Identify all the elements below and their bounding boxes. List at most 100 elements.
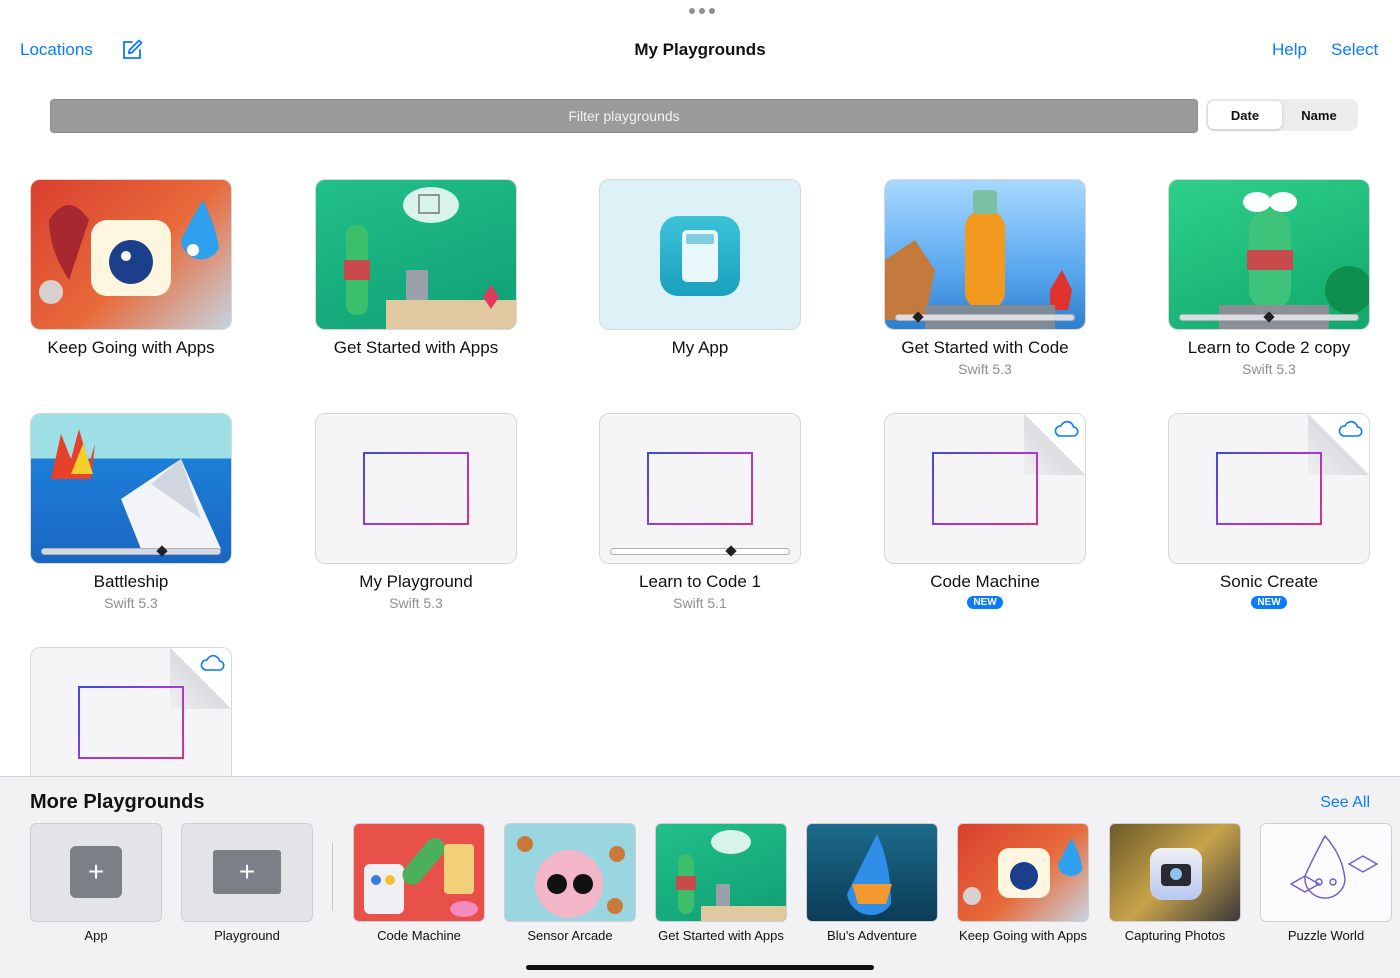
card-title: Battleship [93,572,169,591]
card-title: My App [671,338,729,357]
tile-capturing-photos[interactable]: Capturing Photos [1109,823,1241,945]
sonic-create-thumbnail [1168,413,1370,564]
page-title: My Playgrounds [634,40,766,59]
card-title: Keep Going with Apps [47,338,215,357]
progress-bar [610,545,790,557]
learn-to-code-1-thumbnail [599,413,801,564]
tile-label: Blu's Adventure [827,928,917,943]
tile-label: Sensor Arcade [527,928,613,943]
see-all-button[interactable]: See All [1320,794,1370,812]
get-started-apps-art [344,187,516,329]
tile-label: Puzzle World [1287,928,1365,943]
code-machine-tile-thumbnail [353,823,485,922]
cloud-download-icon[interactable] [1337,420,1363,438]
playground-frame-icon [1216,452,1322,525]
card-subtitle: Swift 5.3 [958,361,1012,377]
progress-bar [41,545,221,557]
tile-get-started-apps[interactable]: Get Started with Apps [655,823,787,945]
select-button[interactable]: Select [1331,40,1378,60]
tile-label: Code Machine [377,928,461,943]
calculator-icon [660,216,740,296]
get-started-apps-tile-art [676,830,786,921]
new-badge: NEW [1251,596,1287,609]
card-title: Code Machine [930,572,1040,591]
playground-frame-icon [363,452,469,525]
tile-label: Capturing Photos [1124,928,1226,943]
playground-card-learn-to-code-1[interactable]: Learn to Code 1 Swift 5.1 [599,413,801,611]
tile-sensor-arcade[interactable]: Sensor Arcade [504,823,636,945]
progress-bar [1179,311,1359,323]
sort-name-button[interactable]: Name [1282,101,1356,129]
card-title: Get Started with Apps [333,338,499,357]
new-playground-tile[interactable]: + Playground [181,823,313,945]
card-title: My Playground [359,572,473,591]
playground-card-get-started-code[interactable]: Get Started with Code Swift 5.3 [884,179,1086,377]
help-button[interactable]: Help [1272,40,1307,60]
playground-card-get-started-apps[interactable]: Get Started with Apps [315,179,517,358]
plus-icon: + [213,850,281,894]
tile-label: App [84,928,108,943]
sensor-arcade-thumbnail [504,823,636,922]
card-title: Learn to Code 1 [639,572,761,591]
tile-keep-going-apps[interactable]: Keep Going with Apps [957,823,1089,945]
card-subtitle: Swift 5.3 [1242,361,1296,377]
keep-going-thumbnail [30,179,232,330]
playground-card-battleship[interactable]: Battleship Swift 5.3 [30,413,232,611]
playground-frame-icon [78,686,184,759]
home-indicator [526,965,874,970]
playground-card-sonic-create[interactable]: Sonic Create NEW [1168,413,1370,610]
learn-to-code-2-art [1219,192,1369,329]
get-started-apps-tile-thumbnail [655,823,787,922]
cloud-download-icon[interactable] [1053,420,1079,438]
card-title: Learn to Code 2 copy [1187,338,1351,357]
get-started-code-art [885,190,1072,329]
code-machine-thumbnail [884,413,1086,564]
tile-label: Playground [214,928,280,943]
blus-adventure-art [847,834,892,916]
battleship-art [51,429,221,549]
nav-bar: Locations My Playgrounds Help Select [0,0,1400,90]
filter-placeholder: Filter playgrounds [568,108,680,124]
get-started-apps-thumbnail [315,179,517,330]
learn-to-code-2-thumbnail [1168,179,1370,330]
get-started-code-thumbnail [884,179,1086,330]
new-playground-thumbnail: + [181,823,313,922]
tile-blus-adventure[interactable]: Blu's Adventure [806,823,938,945]
puzzle-world-art [1289,834,1379,899]
blus-adventure-thumbnail [806,823,938,922]
card-title: Sonic Create [1219,572,1319,591]
more-playgrounds-panel: More Playgrounds See All + App + Playgro… [0,776,1400,978]
tile-label: Keep Going with Apps [959,928,1087,943]
tile-label: Get Started with Apps [658,928,784,943]
filter-input[interactable]: Filter playgrounds [50,99,1198,133]
my-playground-thumbnail [315,413,517,564]
sort-date-button[interactable]: Date [1208,101,1282,129]
new-app-thumbnail: + [30,823,162,922]
keep-going-tile-thumbnail [957,823,1089,922]
battleship-thumbnail [30,413,232,564]
card-subtitle: Swift 5.3 [104,595,158,611]
playground-frame-icon [932,452,1038,525]
playground-card-learn-to-code-2-copy[interactable]: Learn to Code 2 copy Swift 5.3 [1168,179,1370,377]
card-subtitle: Swift 5.1 [673,595,727,611]
new-app-tile[interactable]: + App [30,823,162,945]
tile-puzzle-world[interactable]: Puzzle World [1260,823,1392,945]
more-playgrounds-title: More Playgrounds [30,791,205,813]
divider [332,843,333,911]
plus-icon: + [70,846,122,898]
card-subtitle: Swift 5.3 [389,595,443,611]
sensor-arcade-art [517,836,625,918]
compose-icon[interactable] [120,38,144,62]
keep-going-tile-art [963,838,1082,905]
capturing-photos-thumbnail [1109,823,1241,922]
playground-card-my-app[interactable]: My App [599,179,801,358]
playground-card-code-machine[interactable]: Code Machine NEW [884,413,1086,610]
camera-icon [1150,848,1202,900]
playground-card-keep-going[interactable]: Keep Going with Apps [30,179,232,358]
progress-bar [895,311,1075,323]
cloud-download-icon[interactable] [199,654,225,672]
playground-card-my-playground[interactable]: My Playground Swift 5.3 [315,413,517,611]
locations-button[interactable]: Locations [20,40,93,60]
tile-code-machine[interactable]: Code Machine [353,823,485,945]
my-app-thumbnail [599,179,801,330]
